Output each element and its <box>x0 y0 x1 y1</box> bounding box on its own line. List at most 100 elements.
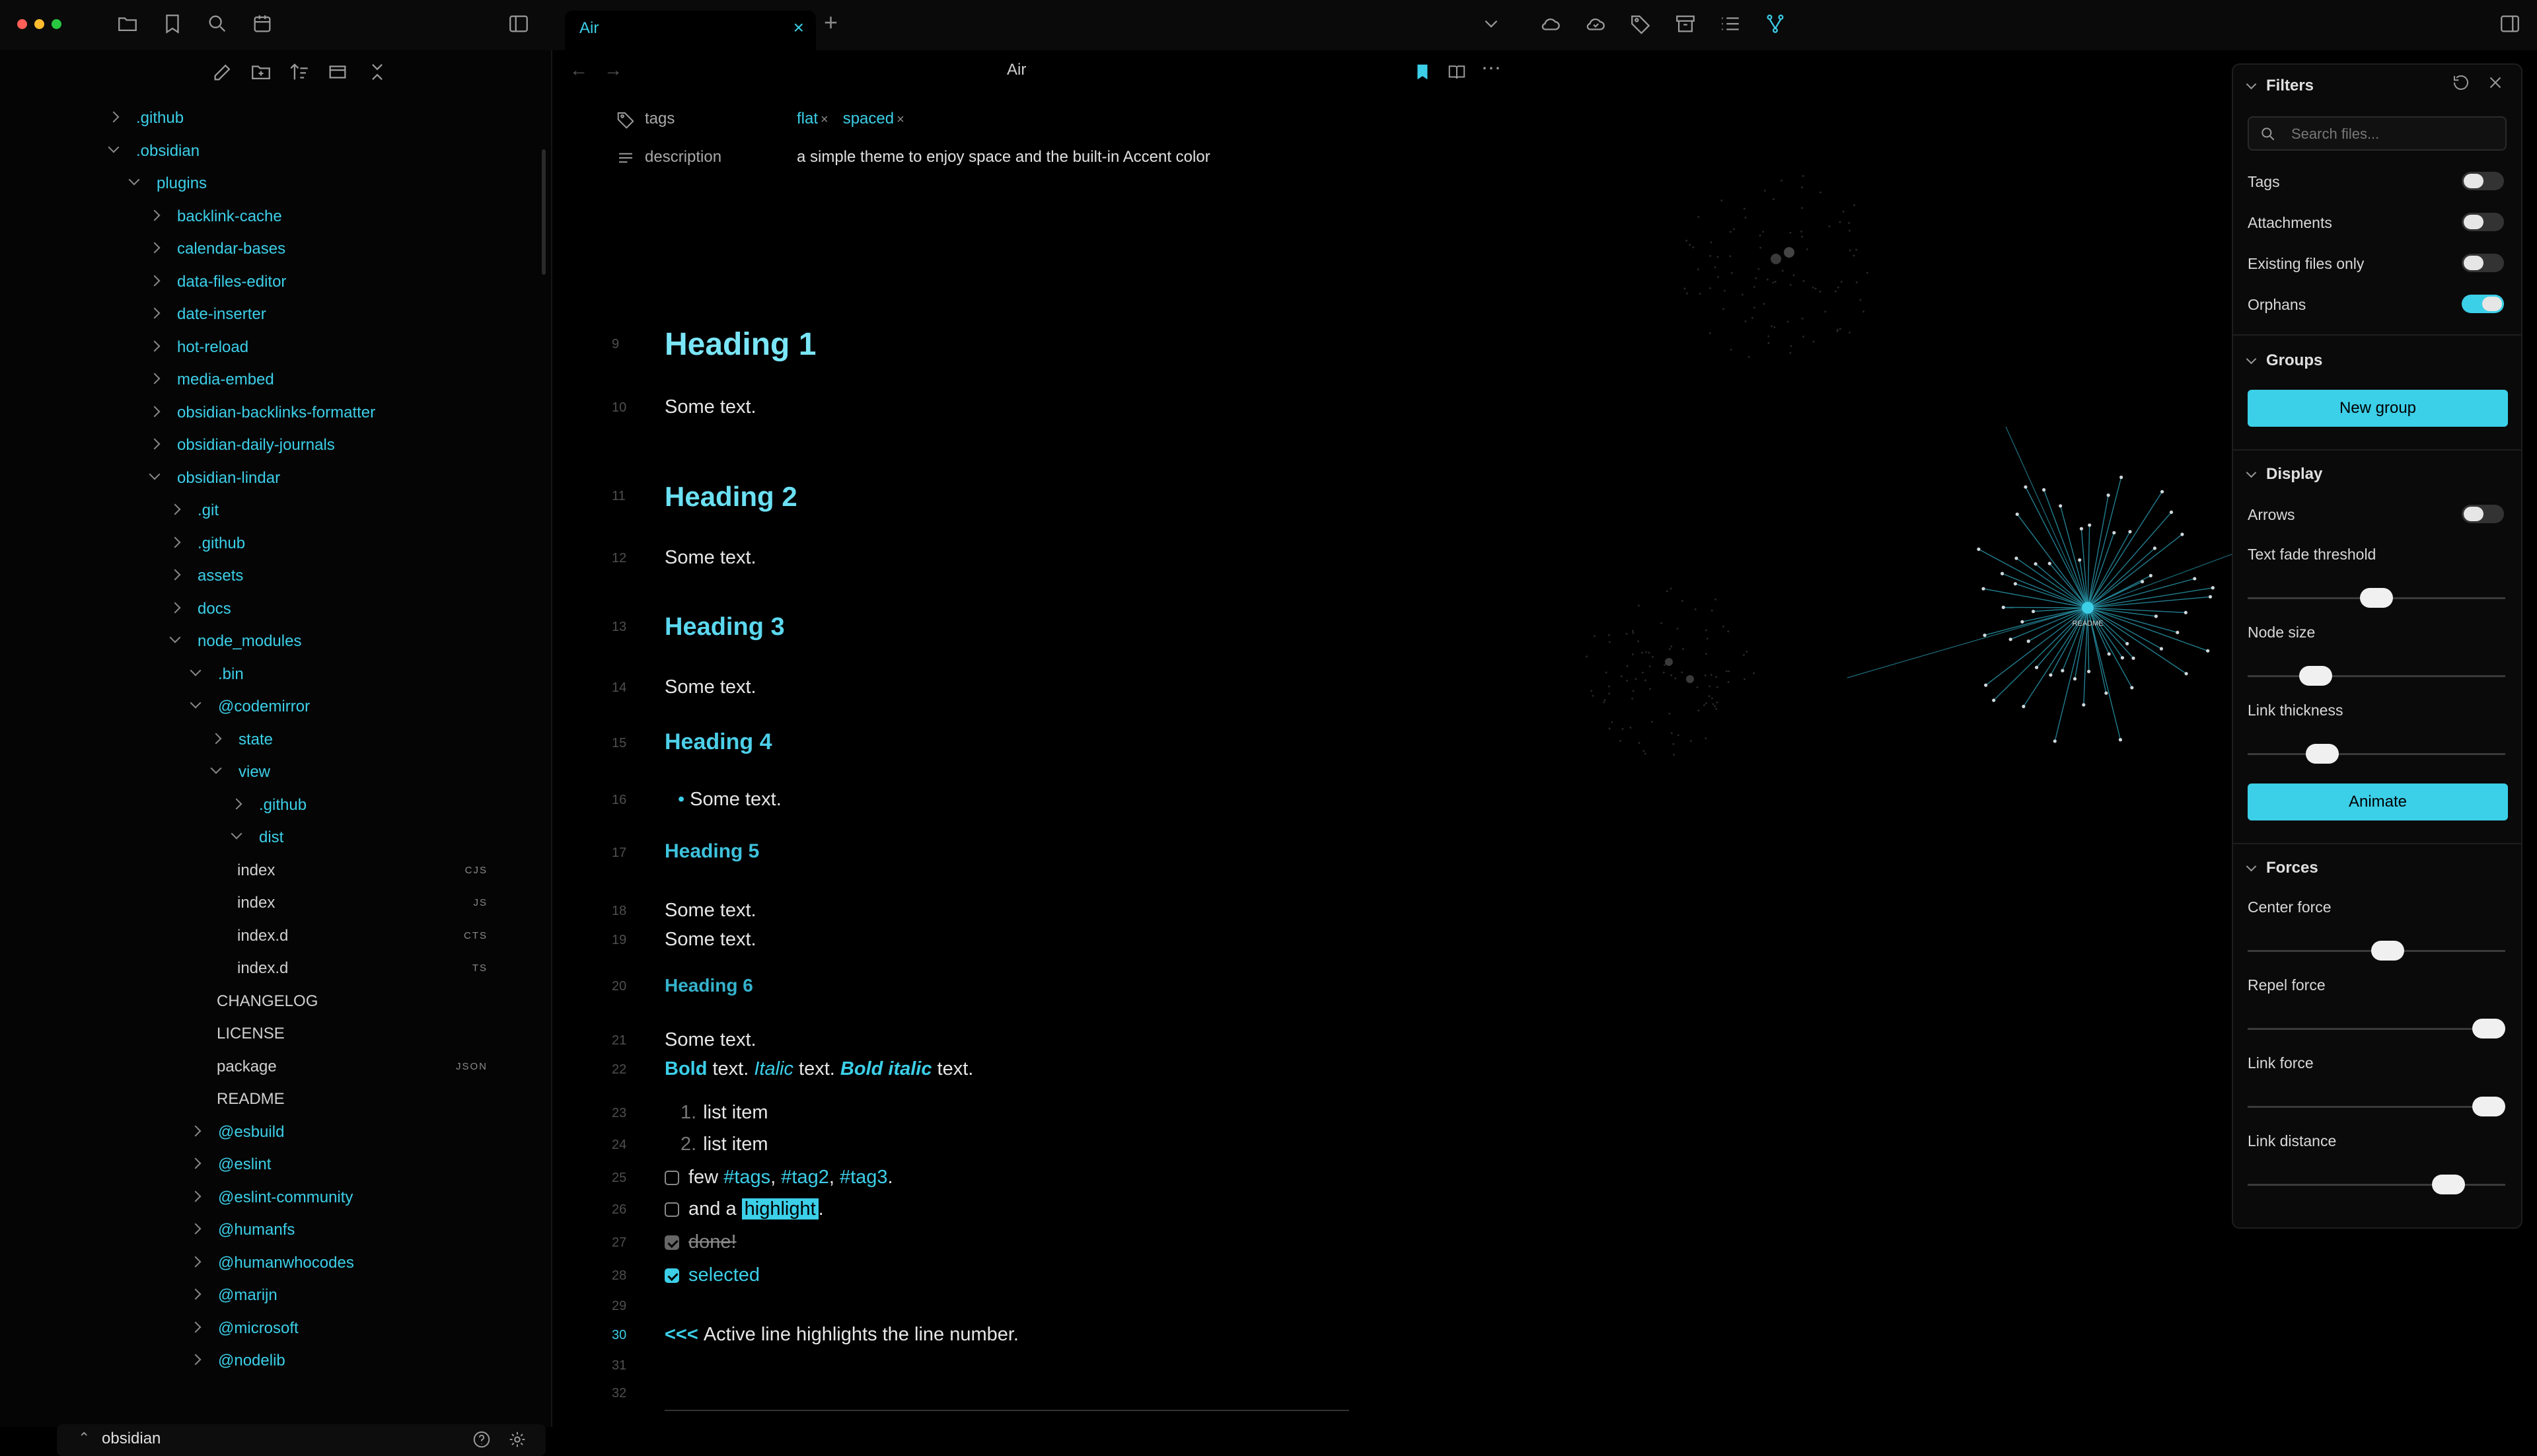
folder-item[interactable]: .obsidian <box>108 136 200 166</box>
list-icon[interactable] <box>1719 13 1742 35</box>
folder-item[interactable]: date-inserter <box>149 299 266 330</box>
paragraph[interactable]: Some text. <box>665 676 756 698</box>
heading-4[interactable]: Heading 4 <box>665 729 772 755</box>
tag-pill[interactable]: spaced × <box>843 110 904 127</box>
ordered-item[interactable]: 1. list item <box>680 1102 768 1124</box>
file-item[interactable]: index.d CTS <box>237 921 488 951</box>
chevron-down-icon[interactable] <box>1480 13 1502 35</box>
folder-item[interactable]: view <box>210 757 270 787</box>
chevron-down-icon[interactable] <box>190 665 202 676</box>
forward-arrow-icon[interactable]: → <box>604 59 622 81</box>
arrows-toggle[interactable] <box>2462 505 2504 523</box>
graph-node[interactable] <box>2053 739 2057 743</box>
graph-node[interactable] <box>2131 656 2135 660</box>
graph-node[interactable] <box>2049 673 2053 677</box>
tag-remove-icon[interactable]: × <box>897 112 904 127</box>
new-tab-icon[interactable]: + <box>824 11 838 34</box>
property-value[interactable]: a simple theme to enjoy space and the bu… <box>797 148 1210 166</box>
folder-item[interactable]: obsidian-backlinks-formatter <box>149 398 375 428</box>
reading-view-icon[interactable] <box>1447 62 1467 82</box>
more-options-icon[interactable]: ⋯ <box>1481 59 1501 82</box>
center-force-slider-thumb[interactable] <box>2371 941 2404 961</box>
chevron-right-icon[interactable] <box>190 1190 202 1202</box>
tab-close-icon[interactable]: × <box>793 18 804 37</box>
chevron-right-icon[interactable] <box>231 798 242 810</box>
graph-node[interactable] <box>2107 652 2111 656</box>
graph-node[interactable] <box>1992 698 1996 702</box>
graph-node[interactable] <box>2013 582 2017 586</box>
graph-node[interactable] <box>2211 586 2215 590</box>
graph-node[interactable] <box>2193 577 2197 581</box>
folder-item[interactable]: hot-reload <box>149 332 248 363</box>
folder-item[interactable]: node_modules <box>169 626 301 657</box>
paragraph[interactable]: Some text. <box>665 547 756 569</box>
task-checkbox[interactable] <box>665 1171 679 1185</box>
chevron-right-icon[interactable] <box>169 503 181 515</box>
folder-item[interactable]: .github <box>231 790 307 820</box>
ordered-item[interactable]: 2. list item <box>680 1134 768 1155</box>
folder-item[interactable]: @marijn <box>190 1280 277 1311</box>
graph-node[interactable] <box>2154 614 2158 618</box>
node-size-slider[interactable] <box>2248 675 2505 677</box>
folder-item[interactable]: @esbuild <box>190 1117 284 1147</box>
chevron-right-icon[interactable] <box>149 406 161 418</box>
bookmark-filled-icon[interactable] <box>1413 62 1432 82</box>
folder-item[interactable]: docs <box>169 594 231 624</box>
graph-node[interactable] <box>2015 512 2019 517</box>
graph-node[interactable] <box>2034 665 2039 669</box>
sort-icon[interactable] <box>288 61 311 83</box>
chevron-right-icon[interactable] <box>149 340 161 352</box>
graph-node[interactable] <box>2206 649 2210 653</box>
paragraph[interactable]: Some text. <box>665 396 756 418</box>
chevron-right-icon[interactable] <box>190 1157 202 1169</box>
folder-item[interactable]: plugins <box>128 168 207 199</box>
graph-node[interactable] <box>2208 595 2213 599</box>
graph-node[interactable] <box>2034 562 2038 566</box>
graph-node[interactable] <box>2119 475 2123 480</box>
search-files-input[interactable]: Search files... <box>2248 116 2507 151</box>
graph-node[interactable] <box>2087 669 2091 674</box>
orphans-toggle[interactable] <box>2462 295 2504 313</box>
graph-icon[interactable] <box>1764 13 1786 35</box>
paragraph[interactable]: Some text. <box>665 929 756 951</box>
chevron-right-icon[interactable] <box>169 569 181 581</box>
chevron-down-icon[interactable] <box>108 141 120 153</box>
chevron-down-icon[interactable] <box>169 632 181 643</box>
graph-node[interactable] <box>2184 610 2188 614</box>
task-item-selected[interactable]: selected <box>665 1264 760 1286</box>
file-item[interactable]: index.d TS <box>237 953 488 984</box>
link-distance-slider-thumb[interactable] <box>2431 1175 2465 1194</box>
vault-switcher[interactable]: ⌃ obsidian <box>57 1424 546 1456</box>
chevron-right-icon[interactable] <box>190 1223 202 1235</box>
graph-node[interactable] <box>2022 704 2026 709</box>
chevron-right-icon[interactable] <box>190 1288 202 1300</box>
animate-button[interactable]: Animate <box>2248 783 2508 820</box>
graph-node[interactable] <box>2112 530 2116 535</box>
graph-node[interactable] <box>1984 683 1988 687</box>
heading-3[interactable]: Heading 3 <box>665 613 785 641</box>
folder-item[interactable]: state <box>210 725 273 755</box>
folder-icon[interactable] <box>116 13 139 35</box>
chevron-right-icon[interactable] <box>149 275 161 287</box>
tags-toggle[interactable] <box>2462 172 2504 190</box>
collapse-all-icon[interactable] <box>366 61 388 83</box>
graph-node[interactable] <box>2120 656 2125 660</box>
folder-item[interactable]: @microsoft <box>190 1313 299 1344</box>
folder-item[interactable]: obsidian-daily-journals <box>149 430 335 460</box>
chevron-right-icon[interactable] <box>169 602 181 614</box>
task-checkbox-checked[interactable] <box>665 1235 679 1250</box>
graph-node[interactable] <box>2031 609 2036 614</box>
graph-node[interactable] <box>2020 620 2024 624</box>
chevron-down-icon[interactable] <box>149 468 161 480</box>
graph-node[interactable] <box>2141 579 2145 584</box>
graph-node[interactable] <box>2061 669 2065 673</box>
folder-item[interactable]: dist <box>231 822 283 853</box>
graph-node[interactable] <box>2180 532 2184 536</box>
graph-node[interactable] <box>2047 562 2051 565</box>
new-note-icon[interactable] <box>211 61 234 83</box>
graph-node[interactable] <box>2078 558 2082 562</box>
sidebar-scrollbar[interactable] <box>542 149 546 275</box>
chevron-right-icon[interactable] <box>108 111 120 123</box>
chevron-right-icon[interactable] <box>149 307 161 319</box>
folder-item[interactable]: data-files-editor <box>149 267 286 297</box>
